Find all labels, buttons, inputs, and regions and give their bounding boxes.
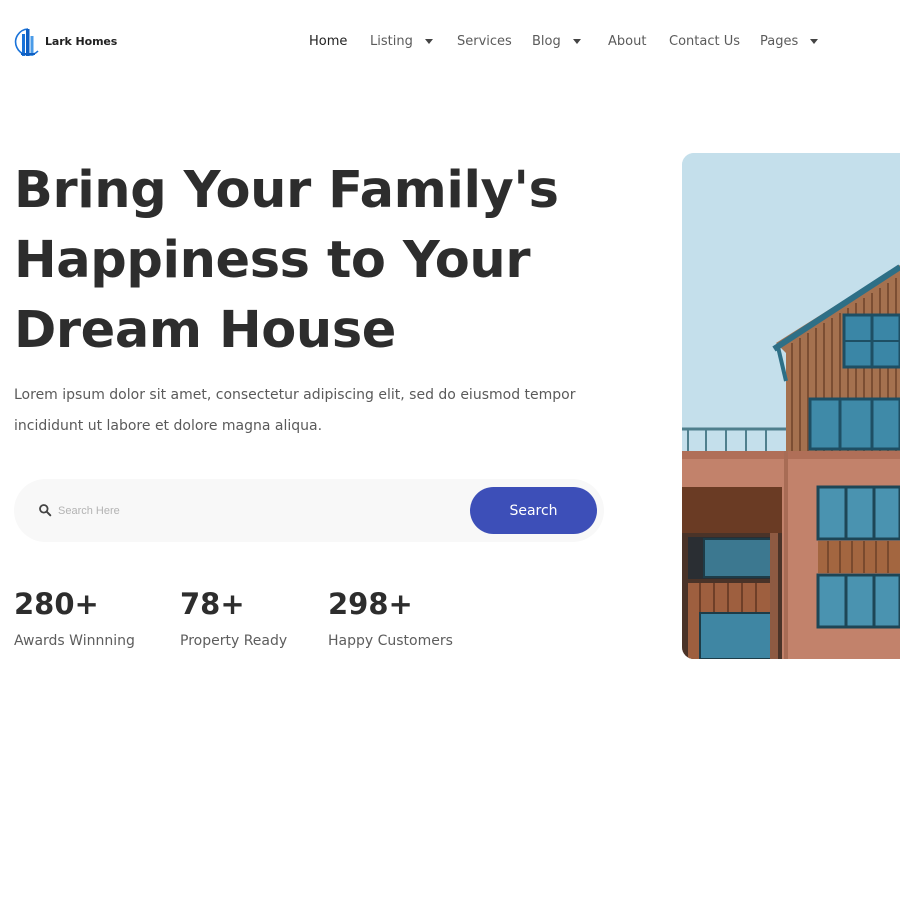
chevron-down-icon <box>572 39 581 44</box>
hero-description: Lorem ipsum dolor sit amet, consectetur … <box>14 380 604 442</box>
stat-label: Property Ready <box>180 633 288 649</box>
nav-item-services[interactable]: Services <box>457 31 512 51</box>
hero-description-line: Lorem ipsum dolor sit amet, consectetur … <box>14 387 576 403</box>
stat-property: 78+ Property Ready <box>180 584 287 651</box>
chevron-down-icon <box>424 39 433 44</box>
building-illustration <box>682 153 900 659</box>
nav-item-label: Contact Us <box>669 33 740 49</box>
nav-item-label: Blog <box>532 33 561 49</box>
stat-label: Happy Customers <box>328 633 453 649</box>
hero-title: Bring Your Family's Happiness to Your Dr… <box>14 156 634 366</box>
hero-building-image <box>682 153 900 659</box>
nav-item-label: Home <box>309 33 348 49</box>
stat-awards: 280+ Awards Winnning <box>14 584 135 651</box>
search-bar: Search <box>14 479 604 542</box>
nav-item-home[interactable]: Home <box>309 31 347 51</box>
nav-item-label: Services <box>457 33 512 49</box>
hero-description-line: incididunt ut labore et dolore magna ali… <box>14 418 323 434</box>
chevron-down-icon <box>810 39 819 44</box>
nav-item-about[interactable]: About <box>608 31 646 51</box>
nav-item-contact[interactable]: Contact Us <box>669 31 740 51</box>
site-header: Lark Homes Home Listing Services Blog Ab… <box>0 0 900 82</box>
nav-item-listing[interactable]: Listing <box>370 31 433 51</box>
nav-item-blog[interactable]: Blog <box>532 31 581 51</box>
stat-customers: 298+ Happy Customers <box>328 584 453 651</box>
hero-title-line: Happiness to Your <box>14 231 531 290</box>
hero-title-line: Bring Your Family's <box>14 161 559 220</box>
stat-value: 78+ <box>180 587 245 621</box>
nav-item-pages[interactable]: Pages <box>760 31 819 51</box>
search-button[interactable]: Search <box>470 487 597 534</box>
search-icon <box>39 504 52 517</box>
stat-label: Awards Winnning <box>14 633 135 649</box>
nav-item-label: Pages <box>760 33 799 49</box>
search-input[interactable] <box>58 497 418 524</box>
main-nav: Home Listing Services Blog About Contact… <box>0 31 900 51</box>
stat-value: 298+ <box>328 587 413 621</box>
page: Lark Homes Home Listing Services Blog Ab… <box>0 0 900 900</box>
nav-item-label: Listing <box>370 33 413 49</box>
hero-title-line: Dream House <box>14 301 396 360</box>
stat-value: 280+ <box>14 587 99 621</box>
nav-item-label: About <box>608 33 647 49</box>
